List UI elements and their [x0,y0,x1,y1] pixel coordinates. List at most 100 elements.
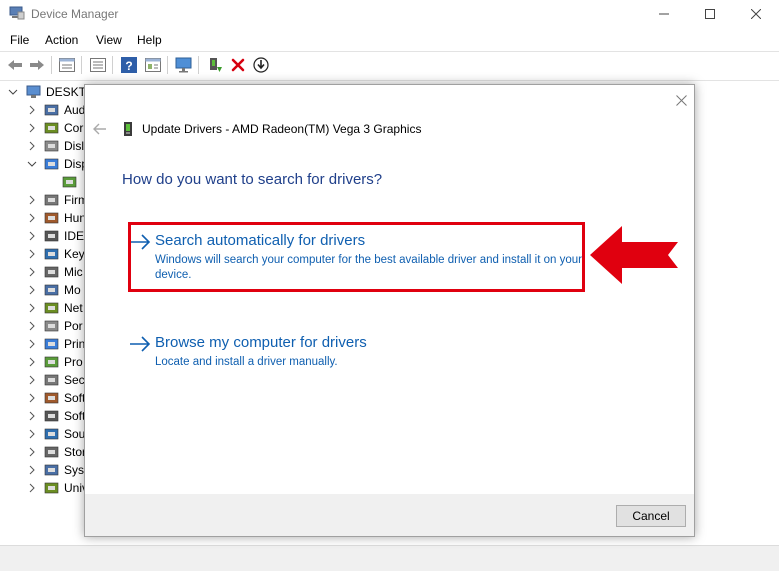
tree-category[interactable]: Net [0,299,86,317]
chevron-right-icon[interactable] [27,464,37,476]
tree-category[interactable]: Firm [0,191,88,209]
update-driver-button[interactable] [205,56,225,74]
list-icon [90,58,106,72]
chevron-right-icon[interactable] [27,410,37,422]
tree-item-label: Soft [64,409,86,423]
tree-category[interactable]: Soft [0,389,86,407]
device-category-icon [44,266,59,278]
tree-category[interactable]: Key [0,245,86,263]
chevron-right-icon[interactable] [27,194,37,206]
device-category-icon [62,176,77,188]
update-drivers-dialog: Update Drivers - AMD Radeon(TM) Vega 3 G… [84,84,695,537]
tree-category[interactable]: Soft [0,407,86,425]
menu-help[interactable]: Help [137,33,162,47]
tree-category[interactable]: IDE [0,227,86,245]
device-category-icon [44,356,59,368]
device-category-icon [44,194,59,206]
chevron-down-icon[interactable] [8,86,18,98]
maximize-button[interactable] [687,0,733,28]
details-button[interactable] [143,56,163,74]
chevron-right-icon[interactable] [27,356,37,368]
chevron-right-icon[interactable] [27,302,37,314]
device-category-icon [44,392,59,404]
device-category-icon [44,104,59,116]
chevron-right-icon[interactable] [27,140,37,152]
arrow-right-icon [130,336,151,352]
tree-category[interactable]: Aud [0,101,86,119]
menu-view[interactable]: View [96,33,122,47]
device-category-icon [44,320,59,332]
minimize-button[interactable] [641,0,687,28]
chevron-right-icon[interactable] [27,392,37,404]
download-button[interactable] [251,56,271,74]
scan-hardware-button[interactable] [174,56,194,74]
annotation-arrow-icon [590,226,678,284]
dialog-heading: How do you want to search for drivers? [122,171,383,188]
tree-child-item[interactable] [0,173,86,191]
toolbar: ? [0,51,779,78]
tree-category[interactable]: Univ [0,479,88,497]
window-title: Device Manager [31,7,119,21]
uninstall-button[interactable] [228,56,248,74]
device-category-icon [44,284,59,296]
tree-item-label: Sou [64,427,86,441]
option-title: Browse my computer for drivers [155,334,367,351]
uninstall-icon [231,58,245,72]
dialog-close-button[interactable] [673,92,689,108]
back-button[interactable] [5,56,25,74]
tree-category[interactable]: Disl [0,137,86,155]
device-category-icon [44,212,59,224]
tree-category[interactable]: Disp [0,155,88,173]
chevron-right-icon[interactable] [27,374,37,386]
tree-category[interactable]: Por [0,317,86,335]
tree-category[interactable]: Mic [0,263,86,281]
chevron-right-icon[interactable] [27,230,37,242]
chevron-right-icon[interactable] [27,446,37,458]
properties-icon [59,58,75,72]
tree-root[interactable]: DESKTO [0,83,95,101]
chevron-right-icon[interactable] [27,266,37,278]
option-description: Locate and install a driver manually. [155,356,338,368]
tree-item-label: Cor [64,121,84,135]
tree-category[interactable]: Stor [0,443,86,461]
tree-item-label: IDE [64,229,85,243]
chevron-down-icon[interactable] [27,158,37,170]
device-category-icon [44,338,59,350]
tree-item-label: Sec [64,373,85,387]
tree-category[interactable]: Hun [0,209,86,227]
help-button[interactable]: ? [119,56,139,74]
chevron-right-icon[interactable] [27,212,37,224]
menu-action[interactable]: Action [45,33,78,47]
tree-category[interactable]: Mo [0,281,86,299]
cancel-button[interactable]: Cancel [616,505,686,527]
chevron-right-icon[interactable] [27,122,37,134]
tree-item-label: Key [64,247,85,261]
chevron-right-icon[interactable] [27,428,37,440]
download-icon [253,57,269,73]
tree-category[interactable]: Sou [0,425,86,443]
close-icon [751,9,761,19]
browse-computer-option[interactable]: Browse my computer for drivers Locate an… [129,334,589,372]
close-button[interactable] [733,0,779,28]
list-button[interactable] [88,56,108,74]
properties-button[interactable] [57,56,77,74]
chevron-right-icon[interactable] [27,320,37,332]
forward-button[interactable] [27,56,47,74]
chevron-right-icon[interactable] [27,248,37,260]
device-category-icon [44,446,59,458]
chevron-right-icon[interactable] [27,284,37,296]
tree-category[interactable]: Prin [0,335,86,353]
chevron-right-icon[interactable] [27,104,37,116]
tree-category[interactable]: Pro [0,353,86,371]
chevron-right-icon[interactable] [27,482,37,494]
tree-category[interactable]: Syst [0,461,87,479]
tree-category[interactable]: Cor [0,119,86,137]
tree-item-label: Stor [64,445,87,459]
menu-file[interactable]: File [10,33,29,47]
dialog-back-button[interactable] [92,122,108,136]
svg-text:?: ? [125,59,132,73]
device-category-icon [44,230,59,242]
status-bar [0,545,779,571]
tree-category[interactable]: Sec [0,371,86,389]
chevron-right-icon[interactable] [27,338,37,350]
